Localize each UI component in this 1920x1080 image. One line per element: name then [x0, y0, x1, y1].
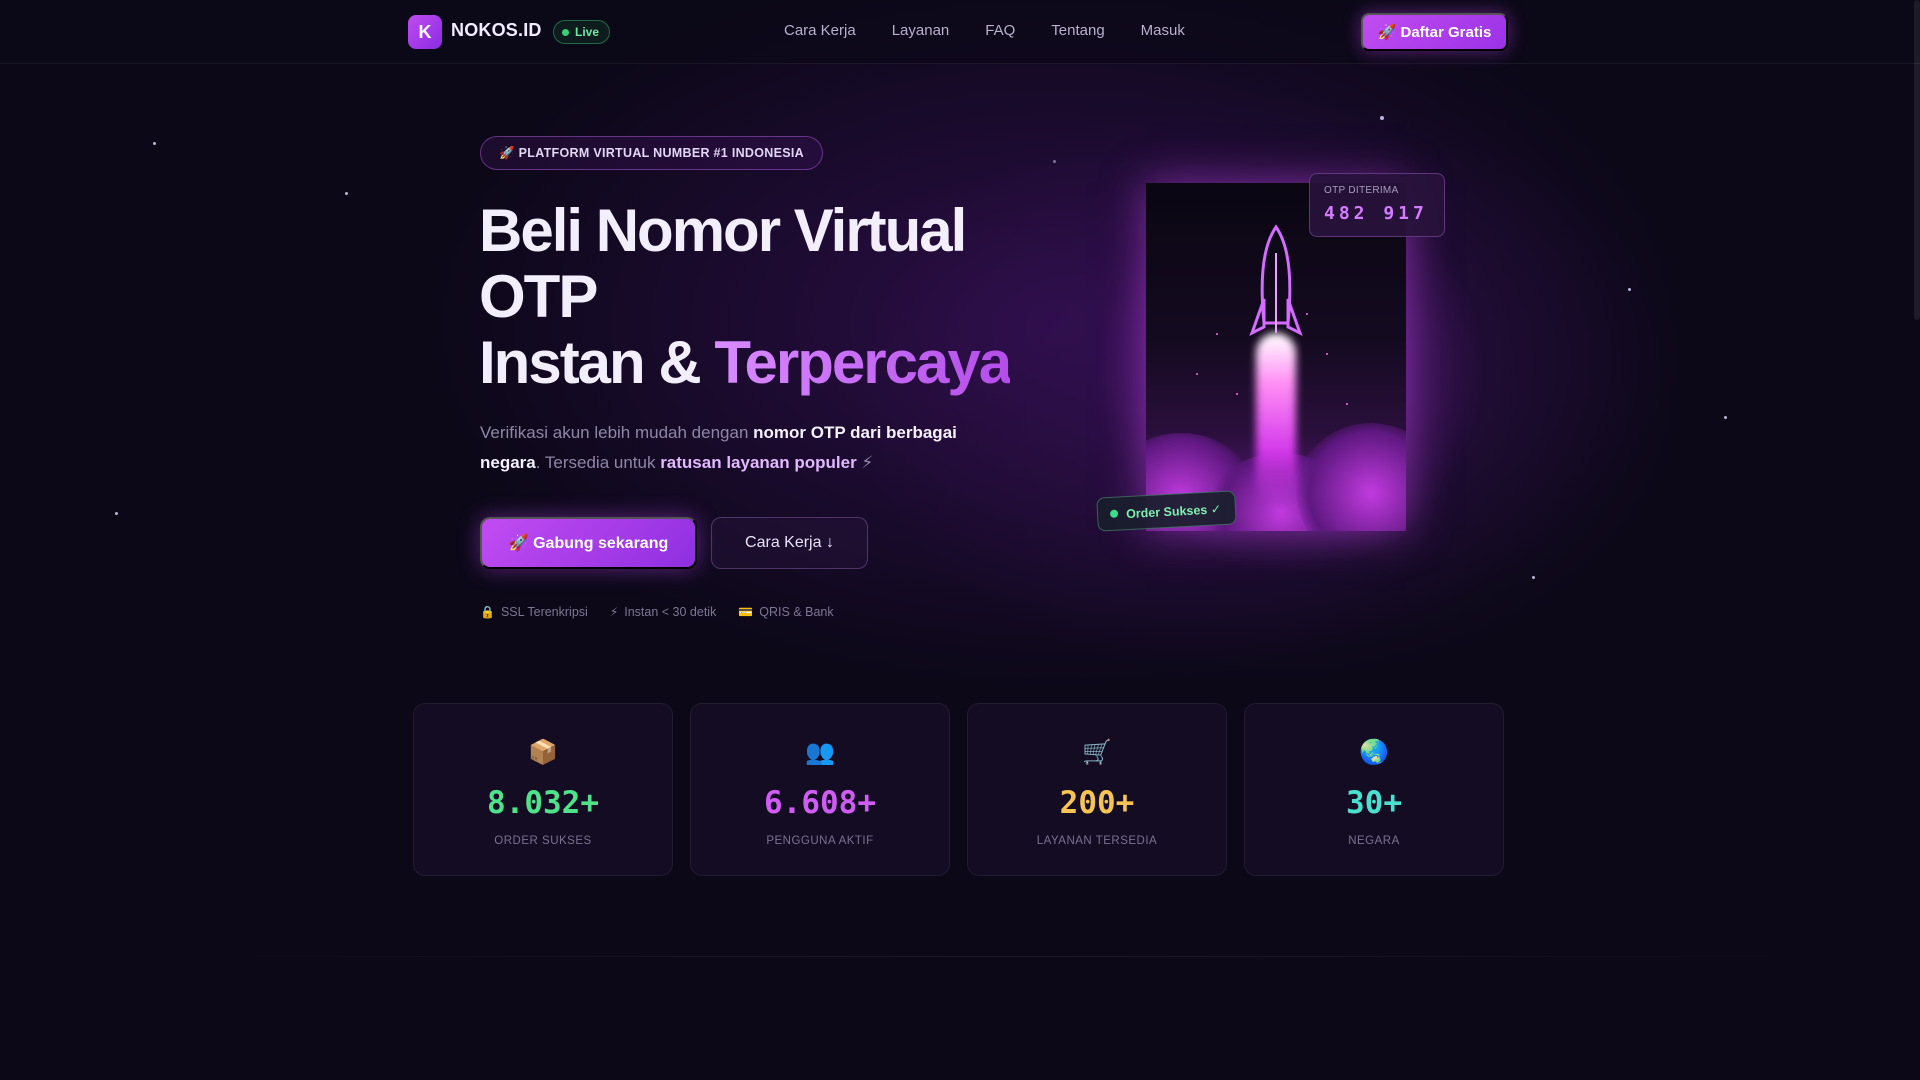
headline-line-3: Instan & [479, 329, 715, 396]
lightning-icon: ⚡ [856, 453, 874, 472]
hero-headline: Beli Nomor Virtual OTP Instan & Terperca… [479, 198, 1099, 396]
spark [1196, 373, 1198, 375]
platform-badge: 🚀 PLATFORM VIRTUAL NUMBER #1 INDONESIA [480, 136, 823, 170]
spark [1216, 333, 1218, 335]
nav-link-cara-kerja[interactable]: Cara Kerja [784, 22, 856, 39]
star [1724, 416, 1727, 419]
order-success-badge: Order Sukses ✓ [1096, 490, 1238, 532]
feature-payment: 💳 QRIS & Bank [738, 605, 833, 619]
package-icon: 📦 [528, 739, 558, 766]
logo-icon[interactable]: K [408, 15, 442, 49]
background-glow [0, 0, 1920, 1080]
stat-label: ORDER SUKSES [494, 835, 592, 847]
otp-code: 482 917 [1324, 203, 1428, 224]
star [1532, 576, 1535, 579]
stat-label: LAYANAN TERSEDIA [1036, 835, 1158, 847]
star [1053, 160, 1056, 163]
star [115, 512, 118, 515]
smoke-cloud [1296, 423, 1406, 531]
headline-line-2: OTP [479, 263, 598, 330]
nav-link-tentang[interactable]: Tentang [1051, 22, 1104, 39]
hero-description: Verifikasi akun lebih mudah dengan nomor… [480, 418, 1000, 478]
card-icon: 💳 [738, 605, 754, 619]
description-text: . Tersedia untuk [535, 453, 661, 472]
live-dot-icon [562, 28, 569, 36]
nav-link-masuk[interactable]: Masuk [1141, 22, 1185, 39]
globe-icon: 🌏 [1359, 739, 1389, 766]
nav-link-layanan[interactable]: Layanan [892, 22, 950, 39]
stat-card-users: 👥 6.608+ PENGGUNA AKTIF [690, 703, 950, 876]
stat-card-countries: 🌏 30+ NEGARA [1244, 703, 1504, 876]
stat-card-services: 🛒 200+ LAYANAN TERSEDIA [967, 703, 1227, 876]
feature-list: 🔒 SSL Terenkripsi ⚡ Instan < 30 detik 💳 … [480, 605, 834, 619]
spark [1236, 393, 1238, 395]
headline-accent: Terpercaya [714, 329, 1012, 396]
top-navbar: K NOKOS.ID Live Cara Kerja Layanan FAQ T… [0, 0, 1920, 64]
brand-name[interactable]: NOKOS.ID [451, 20, 542, 41]
feature-label: Instan < 30 detik [624, 605, 717, 619]
stat-label: NEGARA [1348, 835, 1400, 847]
spark [1306, 313, 1308, 315]
nav-link-faq[interactable]: FAQ [985, 22, 1015, 39]
lightning-icon: ⚡ [609, 605, 619, 619]
feature-label: SSL Terenkripsi [500, 605, 588, 619]
otp-received-card: OTP DITERIMA 482 917 [1309, 173, 1445, 237]
spark [1326, 353, 1328, 355]
spark [1346, 403, 1348, 405]
success-dot-icon [1109, 509, 1119, 518]
lock-icon: 🔒 [480, 605, 495, 619]
star [1628, 288, 1631, 291]
join-now-button[interactable]: 🚀 Gabung sekarang [480, 517, 697, 569]
star [1380, 116, 1384, 120]
cart-icon: 🛒 [1082, 739, 1112, 766]
star [345, 192, 348, 195]
star [153, 142, 156, 145]
stat-card-orders: 📦 8.032+ ORDER SUKSES [413, 703, 673, 876]
feature-instant: ⚡ Instan < 30 detik [610, 605, 717, 619]
description-highlight: ratusan layanan populer [660, 453, 857, 472]
rocket-icon [1249, 224, 1303, 337]
stat-value: 6.608+ [764, 785, 876, 821]
otp-label: OTP DITERIMA [1324, 185, 1399, 196]
description-text: Verifikasi akun lebih mudah dengan [480, 423, 754, 442]
stat-value: 200+ [1059, 785, 1135, 821]
how-it-works-button[interactable]: Cara Kerja ↓ [711, 517, 868, 569]
feature-ssl: 🔒 SSL Terenkripsi [480, 605, 588, 619]
stat-value: 8.032+ [487, 785, 599, 821]
users-icon: 👥 [805, 739, 835, 766]
live-label: Live [575, 25, 600, 39]
stat-label: PENGGUNA AKTIF [766, 835, 874, 847]
stat-value: 30+ [1346, 785, 1402, 821]
feature-label: QRIS & Bank [759, 605, 834, 619]
page-scrollbar[interactable] [1914, 0, 1920, 320]
nav-links: Cara Kerja Layanan FAQ Tentang Masuk [784, 22, 1221, 39]
order-success-label: Order Sukses ✓ [1125, 501, 1222, 521]
live-status-badge: Live [553, 20, 611, 44]
section-divider [190, 956, 1830, 957]
headline-line-1: Beli Nomor Virtual [479, 197, 967, 264]
register-free-button[interactable]: 🚀 Daftar Gratis [1361, 13, 1508, 51]
